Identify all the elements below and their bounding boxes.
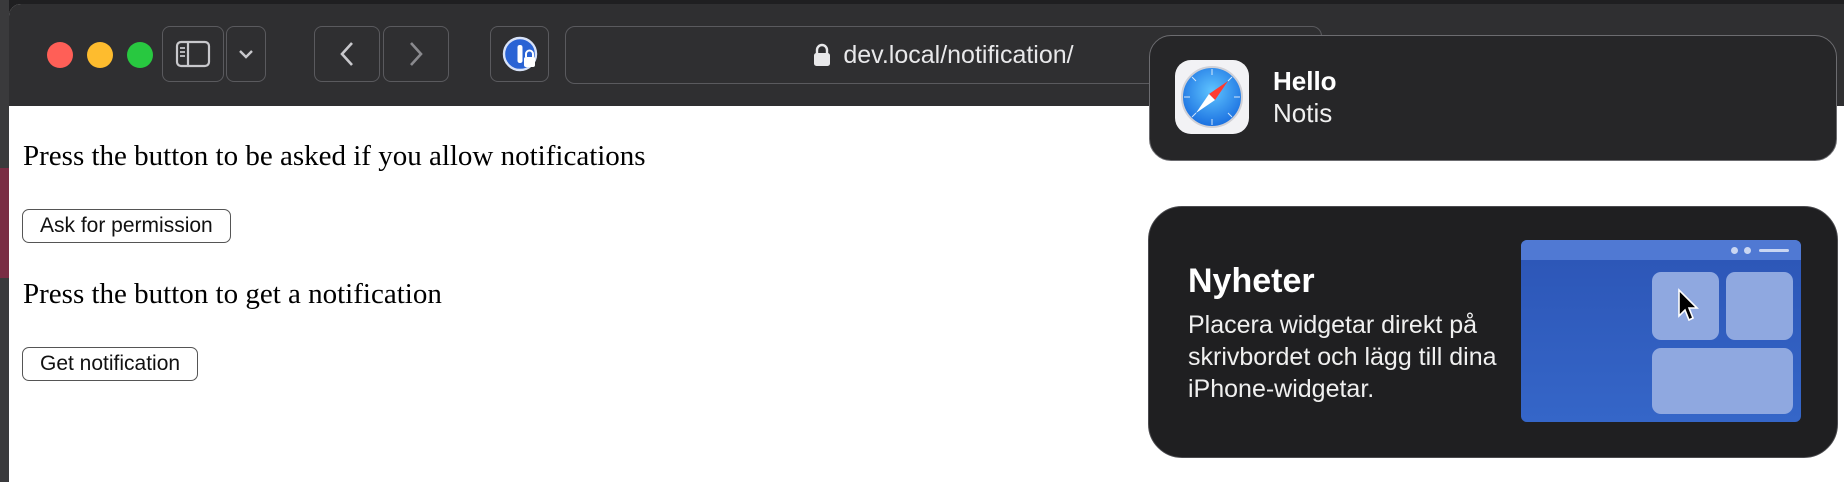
permission-instruction-text: Press the button to be asked if you allo… — [23, 140, 646, 172]
close-window-button[interactable] — [47, 42, 73, 68]
forward-button[interactable] — [383, 26, 449, 82]
sidebar-icon — [175, 40, 211, 68]
preview-widget-tile — [1726, 272, 1793, 340]
widget-title: Nyheter — [1188, 262, 1315, 300]
widget-preview-image — [1521, 240, 1801, 422]
preview-dot — [1744, 247, 1751, 254]
get-notification-button[interactable]: Get notification — [22, 347, 199, 381]
desktop-window-edge — [0, 168, 9, 278]
ask-permission-button[interactable]: Ask for permission — [22, 209, 231, 243]
preview-dot — [1731, 247, 1738, 254]
preview-widget-tile — [1652, 348, 1793, 414]
password-extension-icon — [502, 36, 537, 72]
zoom-window-button[interactable] — [127, 42, 153, 68]
notification-banner[interactable]: Hello Notis — [1149, 35, 1837, 161]
tab-group-dropdown-button[interactable] — [226, 26, 266, 82]
forward-icon — [410, 42, 423, 66]
notification-title: Hello — [1273, 66, 1337, 96]
password-extension-button[interactable] — [490, 26, 549, 82]
back-button[interactable] — [314, 26, 380, 82]
notification-body: Notis — [1273, 98, 1333, 128]
preview-menu-line — [1759, 249, 1789, 252]
back-icon — [340, 42, 353, 66]
safari-compass-icon — [1175, 60, 1249, 134]
lock-icon — [814, 43, 831, 66]
url-text: dev.local/notification/ — [843, 40, 1074, 69]
widget-description: Placera widgetar direkt på skrivbordet o… — [1188, 311, 1497, 403]
minimize-window-button[interactable] — [87, 42, 113, 68]
sidebar-toggle-button[interactable] — [162, 26, 224, 82]
cursor-arrow-icon — [1678, 288, 1699, 322]
chevron-down-icon — [239, 50, 253, 59]
notification-instruction-text: Press the button to get a notification — [23, 278, 442, 310]
news-widget-card[interactable]: Nyheter Placera widgetar direkt på skriv… — [1148, 206, 1838, 458]
